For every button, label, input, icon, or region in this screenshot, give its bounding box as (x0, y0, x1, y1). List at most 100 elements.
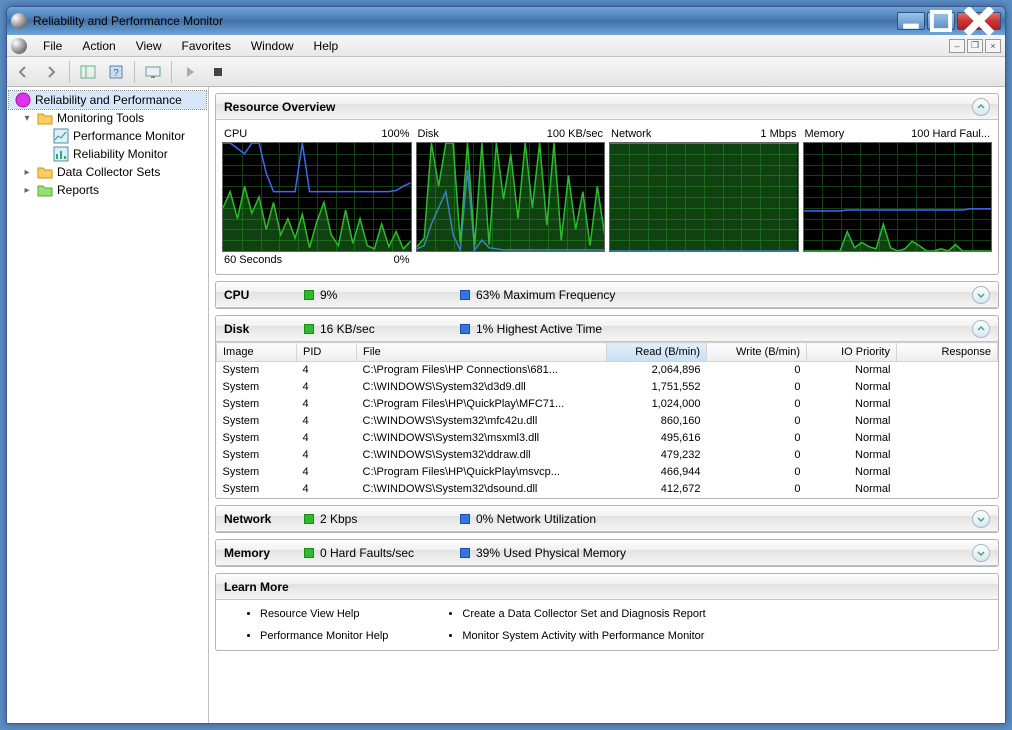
table-row[interactable]: System4C:\WINDOWS\System32\ddraw.dll479,… (217, 447, 998, 464)
memory-value: 0 Hard Faults/sec (320, 546, 460, 560)
tree-dcs-label: Data Collector Sets (57, 165, 160, 179)
main-content[interactable]: Resource Overview CPU100%60 Seconds0%Dis… (209, 87, 1005, 723)
disk-table[interactable]: Image PID File Read (B/min) Write (B/min… (216, 342, 998, 498)
tree-reliability-monitor[interactable]: Reliability Monitor (9, 145, 206, 163)
mdi-restore-button[interactable]: ❐ (967, 39, 983, 53)
chart-network: Network1 Mbps (609, 126, 799, 268)
menu-view[interactable]: View (126, 37, 172, 55)
stop-button[interactable] (206, 60, 230, 84)
navigation-tree[interactable]: Reliability and Performance ▾ Monitoring… (7, 87, 209, 723)
disk-table-wrap[interactable]: Image PID File Read (B/min) Write (B/min… (216, 342, 998, 498)
learn-title: Learn More (224, 580, 289, 594)
expand-icon[interactable]: ▸ (21, 185, 33, 196)
reports-icon (37, 182, 53, 198)
green-swatch-icon (304, 514, 314, 524)
table-row[interactable]: System4C:\WINDOWS\System32\dsound.dll412… (217, 481, 998, 498)
cpu-title: CPU (224, 288, 304, 302)
disk-value: 16 KB/sec (320, 322, 460, 336)
menubar: File Action View Favorites Window Help –… (7, 35, 1005, 57)
learn-more-panel: Learn More Resource View Help Performanc… (215, 573, 999, 651)
folder-icon (37, 164, 53, 180)
network-value: 2 Kbps (320, 512, 460, 526)
reliability-icon (53, 146, 69, 162)
play-button[interactable] (178, 60, 202, 84)
chart-label: Memory (805, 128, 912, 140)
tree-monitoring-tools[interactable]: ▾ Monitoring Tools (9, 109, 206, 127)
learn-link-d[interactable]: Monitor System Activity with Performance… (462, 630, 704, 642)
col-pid[interactable]: PID (297, 343, 357, 362)
menu-help[interactable]: Help (304, 37, 349, 55)
chart-memory: Memory100 Hard Faul... (803, 126, 993, 268)
col-file[interactable]: File (357, 343, 607, 362)
col-io[interactable]: IO Priority (807, 343, 897, 362)
mdi-minimize-button[interactable]: – (949, 39, 965, 53)
col-image[interactable]: Image (217, 343, 297, 362)
minimize-button[interactable] (897, 12, 925, 30)
blue-swatch-icon (460, 290, 470, 300)
tree-performance-monitor[interactable]: Performance Monitor (9, 127, 206, 145)
table-row[interactable]: System4C:\Program Files\HP Connections\6… (217, 362, 998, 379)
col-read[interactable]: Read (B/min) (607, 343, 707, 362)
learn-link-b[interactable]: Performance Monitor Help (260, 630, 388, 642)
maximize-button[interactable] (927, 12, 955, 30)
network-title: Network (224, 512, 304, 526)
learn-link-c[interactable]: Create a Data Collector Set and Diagnosi… (462, 608, 705, 620)
menu-action[interactable]: Action (72, 37, 125, 55)
cpu-panel: CPU 9% 63% Maximum Frequency (215, 281, 999, 309)
close-button[interactable] (957, 12, 1001, 30)
chart-canvas (803, 142, 993, 252)
chart-max: 100 KB/sec (547, 128, 603, 140)
expand-button[interactable] (972, 286, 990, 304)
green-swatch-icon (304, 290, 314, 300)
collapse-button[interactable] (972, 98, 990, 116)
col-resp[interactable]: Response (897, 343, 998, 362)
app-window: Reliability and Performance Monitor File… (6, 6, 1006, 724)
chart-canvas (416, 142, 606, 252)
learn-link-a[interactable]: Resource View Help (260, 608, 359, 620)
monitor-icon-button[interactable] (141, 60, 165, 84)
expand-button[interactable] (972, 544, 990, 562)
tree-reports-label: Reports (57, 183, 99, 197)
chart-xlabel: 60 Seconds (224, 254, 394, 266)
expand-icon[interactable]: ▸ (21, 167, 33, 178)
tree-reports[interactable]: ▸ Reports (9, 181, 206, 199)
menu-favorites[interactable]: Favorites (172, 37, 241, 55)
chart-max: 100 Hard Faul... (911, 128, 990, 140)
menu-file[interactable]: File (33, 37, 72, 55)
collapse-button[interactable] (972, 320, 990, 338)
app-icon (11, 13, 27, 29)
collapse-icon[interactable]: ▾ (21, 113, 33, 124)
tree-perf-label: Performance Monitor (73, 129, 185, 143)
col-write[interactable]: Write (B/min) (707, 343, 807, 362)
nav-forward-button[interactable] (39, 60, 63, 84)
chart-disk: Disk100 KB/sec (416, 126, 606, 268)
properties-button[interactable]: ? (104, 60, 128, 84)
chart-label: Network (611, 128, 760, 140)
toolbar: ? (7, 57, 1005, 87)
memory-panel: Memory 0 Hard Faults/sec 39% Used Physic… (215, 539, 999, 567)
disk-title: Disk (224, 322, 304, 336)
menu-window[interactable]: Window (241, 37, 304, 55)
tree-root[interactable]: Reliability and Performance (9, 91, 206, 109)
table-row[interactable]: System4C:\WINDOWS\System32\d3d9.dll1,751… (217, 379, 998, 396)
table-row[interactable]: System4C:\WINDOWS\System32\msxml3.dll495… (217, 430, 998, 447)
show-hide-tree-button[interactable] (76, 60, 100, 84)
cpu-value: 9% (320, 288, 460, 302)
nav-back-button[interactable] (11, 60, 35, 84)
chart-canvas (222, 142, 412, 252)
table-row[interactable]: System4C:\WINDOWS\System32\mfc42u.dll860… (217, 413, 998, 430)
tree-monitoring-label: Monitoring Tools (57, 111, 144, 125)
expand-button[interactable] (972, 510, 990, 528)
table-row[interactable]: System4C:\Program Files\HP\QuickPlay\MFC… (217, 396, 998, 413)
chart-canvas (609, 142, 799, 252)
blue-swatch-icon (460, 548, 470, 558)
disk-panel: Disk 16 KB/sec 1% Highest Active Time Im… (215, 315, 999, 499)
folder-icon (37, 110, 53, 126)
mdi-close-button[interactable]: × (985, 39, 1001, 53)
table-row[interactable]: System4C:\Program Files\HP\QuickPlay\msv… (217, 464, 998, 481)
svg-text:?: ? (113, 68, 119, 79)
perfmon-icon (15, 92, 31, 108)
tree-data-collector-sets[interactable]: ▸ Data Collector Sets (9, 163, 206, 181)
chart-max: 1 Mbps (760, 128, 796, 140)
titlebar[interactable]: Reliability and Performance Monitor (7, 7, 1005, 35)
